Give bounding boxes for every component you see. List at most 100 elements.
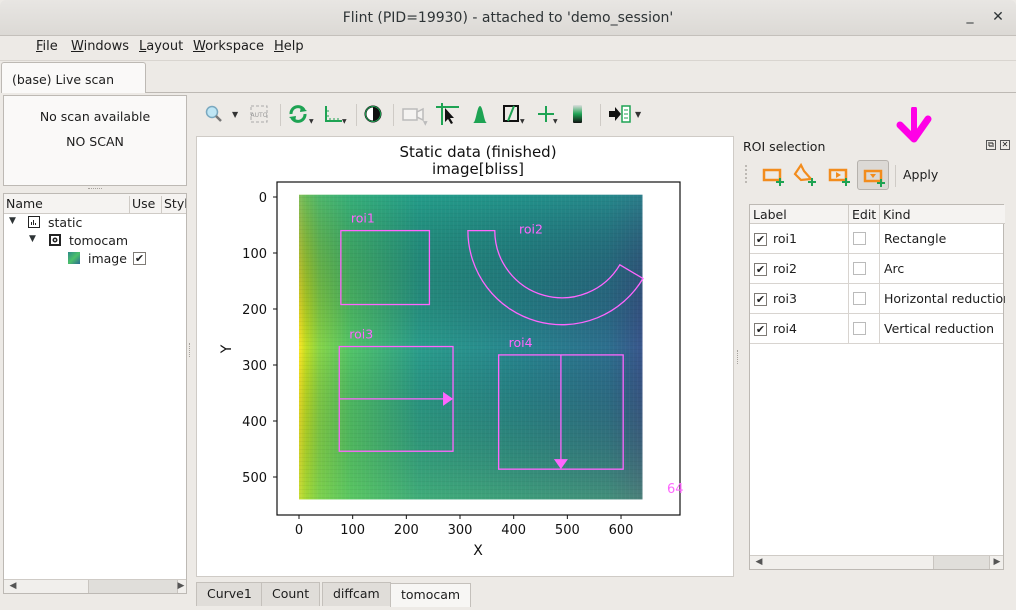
use-checkbox[interactable]: ✔ — [133, 252, 146, 265]
roi-visible-checkbox[interactable]: ✔ — [754, 323, 767, 336]
zoom-tool-button[interactable] — [203, 103, 225, 125]
crosshair-dropdown-icon[interactable]: ▼ — [553, 118, 558, 125]
add-arc-roi-button[interactable] — [789, 160, 821, 190]
roi-edit-checkbox[interactable] — [853, 322, 866, 335]
x-axis-ticks: 0 100 200 300 400 500 600 — [295, 515, 633, 538]
left-splitter-handle[interactable] — [88, 188, 102, 190]
roi-row[interactable]: ✔ roi4 Vertical reduction — [750, 314, 1003, 344]
roi-col-edit[interactable]: Edit — [849, 205, 880, 224]
tab-live-scan[interactable]: (base) Live scan — [1, 62, 146, 93]
plot-toolbar: ▼ AUTO ▼ ▼ ▼ ▼ ▼ ▼ — [197, 96, 735, 134]
roi-label-cell: ✔ roi3 — [750, 284, 849, 314]
tab-diffcam[interactable]: diffcam — [322, 582, 391, 606]
tree-col-name[interactable]: Name — [4, 196, 130, 214]
scroll-left-icon[interactable]: ◀ — [6, 580, 20, 593]
roi-edit-cell — [849, 254, 880, 284]
roi-col-label[interactable]: Label — [750, 205, 849, 224]
y-tick-label: 200 — [242, 303, 267, 318]
roi-label: roi4 — [509, 335, 533, 350]
zoom-dropdown-icon[interactable]: ▼ — [232, 110, 238, 119]
menu-workspace[interactable]: Workspace — [191, 39, 266, 54]
tab-count[interactable]: Count — [261, 582, 321, 606]
autoscale-button[interactable]: AUTO — [248, 103, 270, 125]
window-title: Flint (PID=19930) - attached to 'demo_se… — [342, 10, 674, 26]
tree-horizontal-scrollbar[interactable]: ◀ ▶ — [4, 579, 186, 593]
add-rectangle-roi-button[interactable] — [757, 160, 789, 190]
tree-col-use[interactable]: Use — [130, 196, 162, 214]
roi-col-kind[interactable]: Kind — [880, 205, 1005, 224]
roi-kind: Arc — [884, 261, 905, 276]
roi-visible-checkbox[interactable]: ✔ — [754, 263, 767, 276]
reset-zoom-button[interactable] — [287, 103, 309, 125]
scrollbar-thumb[interactable] — [88, 580, 178, 593]
expand-arrow-icon[interactable]: ▼ — [9, 216, 16, 226]
roi-visible-checkbox[interactable]: ✔ — [754, 233, 767, 246]
roi-row[interactable]: ✔ roi3 Horizontal reduction — [750, 284, 1005, 314]
roi-panel-title: ROI selection — [743, 139, 826, 154]
add-vertical-reduction-roi-button[interactable] — [857, 160, 889, 190]
menu-windows-label: indows — [83, 39, 130, 54]
overflow-label: 64 — [667, 482, 684, 497]
reset-zoom-dropdown-icon[interactable]: ▼ — [309, 118, 314, 125]
aspect-ratio-dropdown-icon[interactable]: ▼ — [520, 118, 525, 125]
axis-options-button[interactable] — [322, 103, 344, 125]
toolbar-separator — [895, 165, 896, 187]
menu-help[interactable]: Help — [272, 39, 306, 54]
main-splitter-handle[interactable] — [189, 343, 192, 357]
close-icon: ✕ — [1001, 140, 1009, 149]
axis-options-dropdown-icon[interactable]: ▼ — [342, 118, 347, 125]
roi-table-horizontal-scrollbar[interactable]: ◀ ▶ — [750, 555, 1003, 569]
tree-col-style[interactable]: Style — [162, 196, 186, 214]
roi-label: roi2 — [519, 221, 543, 236]
scan-status-text: No scan available — [39, 109, 151, 124]
menu-help-mnemonic: H — [274, 39, 284, 54]
menu-file[interactable]: File — [34, 39, 60, 54]
close-icon: ✕ — [992, 9, 1004, 25]
camera-dropdown-icon[interactable]: ▼ — [423, 120, 428, 127]
menu-layout[interactable]: Layout — [137, 39, 185, 54]
expand-arrow-icon[interactable]: ▼ — [29, 234, 36, 244]
scrollbar-thumb[interactable] — [933, 556, 990, 569]
tab-curve1[interactable]: Curve1 — [196, 582, 263, 606]
add-rectangle-roi-icon — [762, 168, 784, 186]
export-dropdown-icon[interactable]: ▼ — [635, 110, 641, 119]
scroll-right-icon[interactable]: ▶ — [990, 556, 1004, 570]
roi-visible-checkbox[interactable]: ✔ — [754, 293, 767, 306]
minimize-button[interactable]: _ — [958, 4, 982, 28]
image-icon — [68, 252, 80, 264]
tab-divider — [146, 92, 1016, 93]
add-horizontal-reduction-roi-button[interactable] — [823, 160, 855, 190]
roi-edit-checkbox[interactable] — [853, 232, 866, 245]
close-window-button[interactable]: ✕ — [986, 5, 1010, 29]
plot-area[interactable]: Static data (finished) image[bliss] 0 100… — [196, 136, 734, 577]
roi-label-cell: ✔ roi4 — [750, 314, 849, 344]
roi-label-cell: ✔ roi1 — [750, 224, 849, 254]
scroll-left-icon[interactable]: ◀ — [752, 556, 766, 570]
menu-windows[interactable]: Windows — [69, 39, 131, 54]
toolbar-grip[interactable] — [745, 165, 749, 183]
tree-row-image[interactable]: image ✔ — [4, 250, 186, 268]
scroll-right-icon[interactable]: ▶ — [174, 580, 186, 593]
roi-row[interactable]: ✔ roi2 Arc — [750, 254, 1003, 284]
apply-button[interactable]: Apply — [903, 167, 938, 182]
close-panel-button[interactable]: ✕ — [1000, 140, 1010, 150]
y-tick-label: 100 — [242, 247, 267, 262]
roi-edit-checkbox[interactable] — [853, 262, 866, 275]
menu-layout-label: ayout — [146, 39, 184, 54]
toolbar-separator — [393, 104, 394, 126]
menu-workspace-label: orkspace — [205, 39, 265, 54]
x-tick-label: 300 — [448, 523, 473, 538]
export-icon — [609, 105, 631, 123]
tree-row-tomocam[interactable]: ▼ tomocam — [4, 232, 186, 250]
tree-row-static[interactable]: ▼ static — [4, 214, 186, 232]
crosshair-pointer-button[interactable] — [435, 103, 461, 125]
export-button[interactable] — [607, 103, 633, 125]
tab-tomocam[interactable]: tomocam — [390, 583, 472, 607]
profile-button[interactable] — [469, 103, 491, 125]
colorbar-button[interactable] — [567, 103, 589, 125]
colormap-button[interactable] — [362, 103, 384, 125]
roi-edit-checkbox[interactable] — [853, 292, 866, 305]
image-plot[interactable]: Static data (finished) image[bliss] 0 100… — [197, 137, 733, 576]
float-panel-button[interactable]: ⧉ — [986, 140, 996, 150]
roi-row[interactable]: ✔ roi1 Rectangle — [750, 224, 1003, 254]
